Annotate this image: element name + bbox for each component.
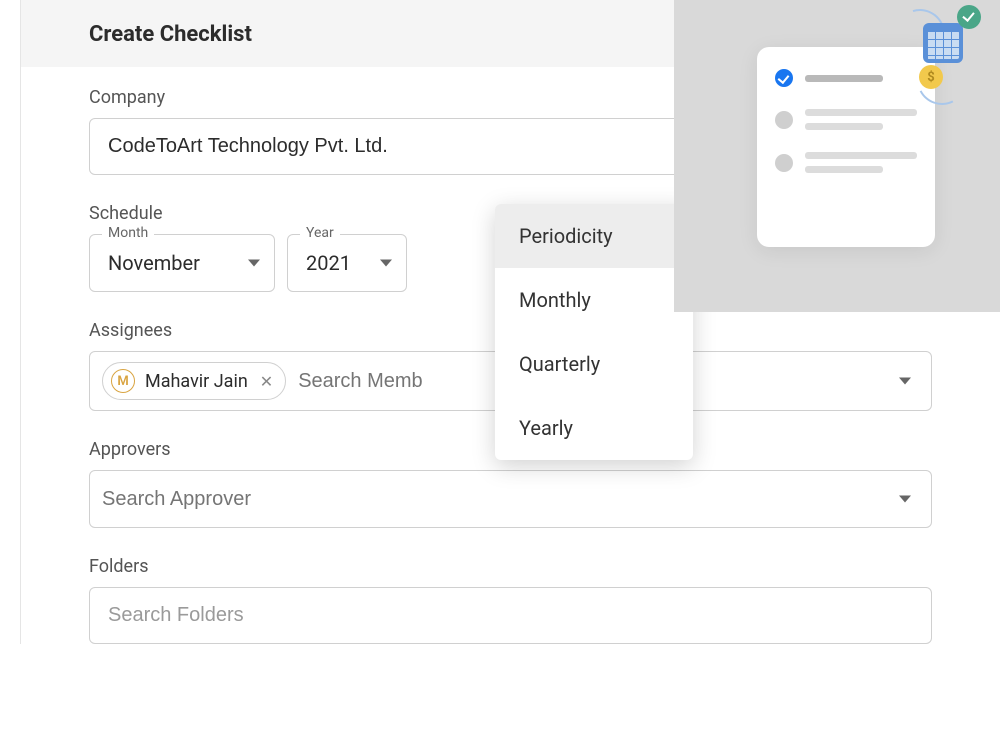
month-select[interactable]: Month November <box>89 234 275 292</box>
check-circle-icon <box>957 5 981 29</box>
illustration-line <box>805 75 883 82</box>
chevron-down-icon <box>899 496 911 503</box>
bullet-icon <box>775 154 793 172</box>
illustration-line <box>805 123 883 130</box>
folders-input[interactable] <box>89 587 932 644</box>
bullet-icon <box>775 111 793 129</box>
assignee-chip-label: Mahavir Jain <box>145 371 248 392</box>
chevron-down-icon <box>380 260 392 267</box>
chevron-down-icon <box>248 260 260 267</box>
illustration-line <box>805 166 883 173</box>
periodicity-option-yearly[interactable]: Yearly <box>495 396 693 460</box>
month-floating-label: Month <box>102 225 154 241</box>
periodicity-dropdown: Periodicity Monthly Quarterly Yearly <box>495 204 693 460</box>
folders-label: Folders <box>89 556 932 577</box>
month-value: November <box>108 251 200 275</box>
calendar-icon <box>923 23 963 63</box>
assignee-chip[interactable]: M Mahavir Jain ✕ <box>102 362 286 400</box>
periodicity-option-monthly[interactable]: Monthly <box>495 268 693 332</box>
illustration-panel: $ <box>674 0 1000 312</box>
periodicity-option-placeholder[interactable]: Periodicity <box>495 204 693 268</box>
checked-bullet-icon <box>775 69 793 87</box>
illustration-line <box>805 109 917 116</box>
avatar: M <box>111 369 135 393</box>
approvers-input[interactable] <box>89 470 932 528</box>
year-select[interactable]: Year 2021 <box>287 234 407 292</box>
chevron-down-icon <box>899 378 911 385</box>
periodicity-option-quarterly[interactable]: Quarterly <box>495 332 693 396</box>
dollar-coin-icon: $ <box>919 65 943 89</box>
illustration-card: $ <box>757 47 935 247</box>
approvers-search-input[interactable] <box>102 488 887 511</box>
close-icon[interactable]: ✕ <box>260 372 273 391</box>
year-value: 2021 <box>306 251 351 275</box>
year-floating-label: Year <box>300 225 340 241</box>
illustration-line <box>805 152 917 159</box>
